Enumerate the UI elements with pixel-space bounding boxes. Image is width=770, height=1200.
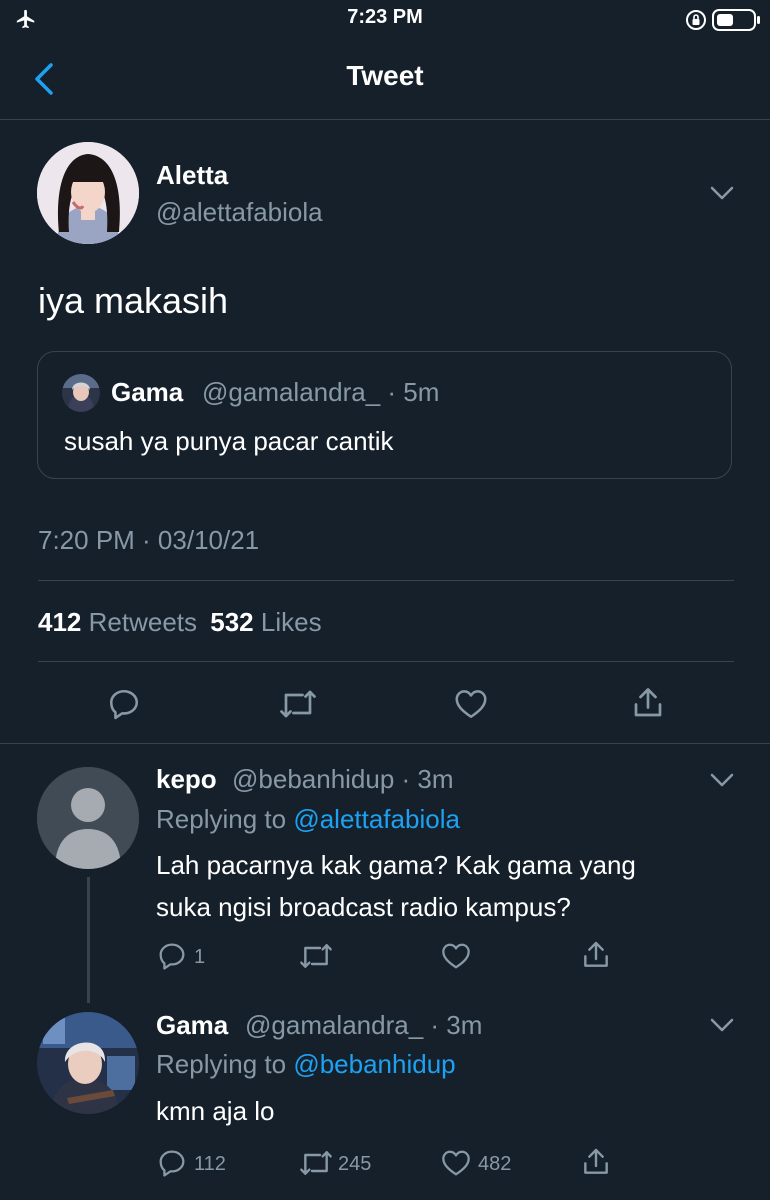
replying-to: Replying to @bebanhidup [156, 1049, 456, 1080]
like-icon[interactable] [452, 686, 490, 722]
avatar[interactable] [37, 1012, 139, 1114]
retweets-count[interactable]: 412 [38, 607, 81, 637]
reply-action-bar: 112 245 482 [156, 1145, 716, 1181]
reply-count: 112 [194, 1153, 226, 1175]
reply-icon[interactable] [156, 1147, 188, 1179]
reply-text-line: Lah pacarnya kak gama? Kak gama yang [156, 850, 636, 880]
likes-label[interactable]: Likes [261, 607, 322, 637]
tweet-timestamp: 7:20 PM · 03/10/21 [38, 525, 260, 555]
reply-handle-time[interactable]: @gamalandra_ · 3m [245, 1010, 482, 1041]
thread-line [87, 877, 90, 1003]
status-bar: 7:23 PM [0, 0, 770, 40]
reply-author-name[interactable]: kepo [156, 764, 217, 795]
retweet-icon[interactable] [298, 940, 334, 972]
reply-count: 1 [194, 946, 206, 968]
status-time: 7:23 PM [347, 6, 423, 28]
reply-icon[interactable] [156, 940, 188, 972]
quoted-tweet-text: susah ya punya pacar cantik [64, 426, 394, 456]
divider [38, 661, 734, 662]
avatar[interactable] [37, 142, 139, 244]
share-icon[interactable] [580, 938, 612, 972]
replying-to: Replying to @alettafabiola [156, 804, 460, 835]
author-name[interactable]: Aletta [156, 160, 228, 191]
share-icon[interactable] [630, 684, 666, 722]
replying-to-link[interactable]: @bebanhidup [293, 1049, 455, 1079]
tweet-text: iya makasih [38, 280, 229, 321]
reply-author-name[interactable]: Gama [156, 1010, 228, 1041]
like-count: 482 [478, 1153, 512, 1175]
retweet-icon[interactable] [298, 1147, 334, 1179]
reply-text-line: kmn aja lo [156, 1096, 275, 1126]
quoted-author-name: Gama [111, 377, 184, 407]
divider [38, 580, 734, 581]
header-divider [0, 119, 770, 120]
reply-action-bar: 1 [156, 938, 716, 974]
quoted-handle-time: @gamalandra_ · 5m [202, 377, 440, 407]
chevron-down-icon[interactable] [710, 773, 734, 787]
retweet-icon[interactable] [278, 686, 318, 722]
reply-text-line: suka ngisi broadcast radio kampus? [156, 892, 571, 922]
battery-icon [712, 9, 760, 31]
share-icon[interactable] [580, 1145, 612, 1179]
retweet-count: 245 [338, 1153, 372, 1175]
page-title: Tweet [346, 60, 424, 91]
quoted-tweet[interactable]: Gama @gamalandra_ · 5m susah ya punya pa… [37, 351, 732, 479]
chevron-down-icon[interactable] [710, 186, 734, 200]
replying-to-link[interactable]: @alettafabiola [293, 804, 460, 834]
reply-icon[interactable] [106, 686, 142, 722]
avatar [62, 374, 100, 412]
reply-handle-time[interactable]: @bebanhidup · 3m [232, 764, 454, 795]
section-divider [0, 743, 770, 744]
replying-prefix: Replying to [156, 1049, 287, 1079]
avatar[interactable] [37, 767, 139, 869]
likes-count[interactable]: 532 [210, 607, 253, 637]
author-handle[interactable]: @alettafabiola [156, 197, 323, 228]
engagement-stats: 412 Retweets 532 Likes [38, 607, 322, 638]
like-icon[interactable] [440, 940, 472, 972]
retweets-label[interactable]: Retweets [89, 607, 197, 637]
like-icon[interactable] [440, 1147, 472, 1179]
orientation-lock-icon [686, 10, 706, 30]
chevron-down-icon[interactable] [710, 1018, 734, 1032]
replying-prefix: Replying to [156, 804, 287, 834]
